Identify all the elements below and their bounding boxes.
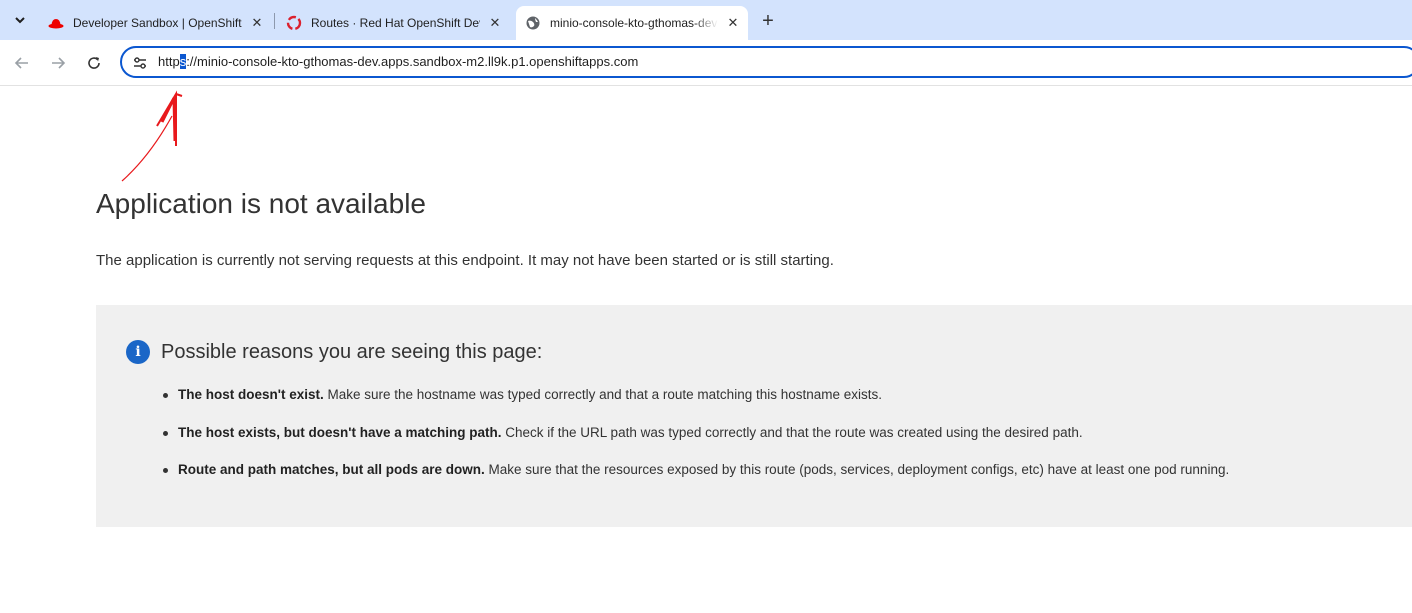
back-button[interactable] (10, 51, 34, 75)
tab-search-button[interactable] (8, 8, 32, 32)
reason-bold: The host exists, but doesn't have a matc… (178, 424, 502, 440)
reason-text: Check if the URL path was typed correctl… (501, 424, 1083, 440)
globe-icon (526, 16, 540, 30)
tab-minio-console[interactable]: minio-console-kto-gthomas-dev ✕ (516, 6, 748, 40)
forward-arrow-icon (52, 57, 66, 69)
reload-icon (88, 57, 100, 69)
tab-developer-sandbox[interactable]: Developer Sandbox | OpenShift ✕ (40, 6, 272, 40)
list-item: Route and path matches, but all pods are… (162, 462, 1230, 500)
red-arrow-annotation (121, 90, 183, 182)
info-icon: i (126, 340, 150, 364)
tab-title: minio-console-kto-gthomas-dev (550, 16, 718, 30)
tab-separator (274, 13, 275, 29)
tab-strip: Developer Sandbox | OpenShift ✕ Routes ·… (0, 0, 1412, 40)
list-item: The host doesn't exist. Make sure the ho… (162, 387, 1229, 425)
reason-bold: The host doesn't exist. (178, 387, 324, 402)
site-info-icon[interactable] (132, 55, 148, 71)
page-title: Application is not available (96, 188, 426, 219)
list-item: The host exists, but doesn't have a matc… (162, 424, 1229, 463)
reasons-list: The host doesn't exist. Make sure the ho… (162, 387, 1230, 500)
tab-routes[interactable]: Routes · Red Hat OpenShift Dev ✕ (278, 6, 510, 40)
chevron-down-icon (15, 17, 25, 24)
openshift-icon (286, 15, 302, 31)
reason-bold: Route and path matches, but all pods are… (178, 462, 485, 477)
tab-title: Routes · Red Hat OpenShift Dev (311, 16, 480, 30)
address-bar[interactable]: https://minio-console-kto-gthomas-dev.ap… (120, 46, 1412, 78)
url-text[interactable]: https://minio-console-kto-gthomas-dev.ap… (158, 54, 638, 69)
url-rest: ://minio-console-kto-gthomas-dev.apps.sa… (186, 54, 639, 69)
close-icon[interactable]: ✕ (724, 14, 742, 32)
back-arrow-icon (14, 57, 28, 69)
reload-button[interactable] (82, 51, 106, 75)
tab-title: Developer Sandbox | OpenShift (73, 16, 242, 30)
close-icon[interactable]: ✕ (486, 14, 504, 32)
reasons-panel: i Possible reasons you are seeing this p… (96, 305, 1412, 527)
new-tab-button[interactable]: + (756, 9, 780, 33)
reason-text: Make sure the hostname was typed correct… (323, 387, 883, 402)
forward-button[interactable] (46, 51, 70, 75)
reason-text: Make sure that the resources exposed by … (484, 462, 1230, 477)
redhat-hat-icon (48, 19, 64, 29)
page-description: The application is currently not serving… (96, 252, 834, 269)
browser-toolbar: https://minio-console-kto-gthomas-dev.ap… (0, 40, 1412, 86)
reasons-heading: Possible reasons you are seeing this pag… (161, 341, 543, 363)
url-scheme: http (158, 54, 180, 69)
close-icon[interactable]: ✕ (248, 14, 266, 32)
